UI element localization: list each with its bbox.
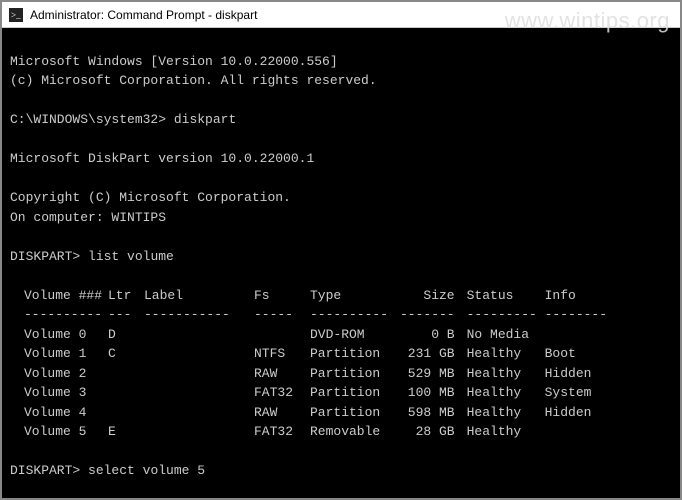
table-row: Volume 2 RAW Partition 529 MB Healthy Hi… xyxy=(10,364,607,384)
table-row: Volume 0 D DVD-ROM 0 B No Media xyxy=(10,325,607,345)
col-label: Label xyxy=(144,286,254,306)
on-computer-line: On computer: WINTIPS xyxy=(10,210,166,225)
col-volume: Volume ### xyxy=(10,286,108,306)
diskpart-prompt: DISKPART> xyxy=(10,463,80,478)
col-type: Type xyxy=(310,286,400,306)
window-title: Administrator: Command Prompt - diskpart xyxy=(30,8,257,22)
col-info: Info xyxy=(545,286,607,306)
col-fs: Fs xyxy=(254,286,310,306)
table-header-row: Volume ### Ltr Label Fs Type Size Status… xyxy=(10,286,607,306)
cmd-select-volume: select volume 5 xyxy=(88,463,205,478)
table-row: Volume 4 RAW Partition 598 MB Healthy Hi… xyxy=(10,403,607,423)
cmd-list-volume: list volume xyxy=(88,249,174,264)
col-status: Status xyxy=(467,286,545,306)
table-row: Volume 5 E FAT32 Removable 28 GB Healthy xyxy=(10,422,607,442)
os-version-line: Microsoft Windows [Version 10.0.22000.55… xyxy=(10,54,338,69)
prompt-path: C:\WINDOWS\system32> xyxy=(10,112,166,127)
table-row: Volume 1 C NTFS Partition 231 GB Healthy… xyxy=(10,344,607,364)
terminal-output[interactable]: Microsoft Windows [Version 10.0.22000.55… xyxy=(2,28,680,498)
diskpart-copyright-line: Copyright (C) Microsoft Corporation. xyxy=(10,190,291,205)
cmd-icon: >_ xyxy=(8,7,24,23)
col-size: Size xyxy=(400,286,467,306)
cmd-diskpart: diskpart xyxy=(174,112,236,127)
table-divider-row: ---------- --- ----------- ----- -------… xyxy=(10,305,607,325)
svg-text:>_: >_ xyxy=(11,10,21,20)
diskpart-prompt: DISKPART> xyxy=(10,249,80,264)
col-ltr: Ltr xyxy=(108,286,144,306)
window-titlebar: >_ Administrator: Command Prompt - diskp… xyxy=(2,2,680,28)
diskpart-version-line: Microsoft DiskPart version 10.0.22000.1 xyxy=(10,151,314,166)
table-row: Volume 3 FAT32 Partition 100 MB Healthy … xyxy=(10,383,607,403)
volume-table: Volume ### Ltr Label Fs Type Size Status… xyxy=(10,286,607,442)
copyright-line: (c) Microsoft Corporation. All rights re… xyxy=(10,73,377,88)
